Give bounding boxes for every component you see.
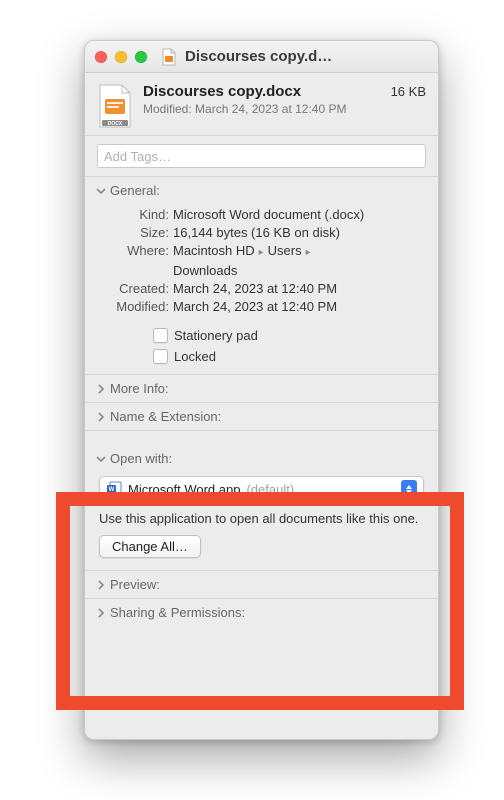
section-open-with: Open with: W Microsoft Word.app (default… <box>85 431 438 571</box>
modified-label: Modified: <box>97 298 173 316</box>
titlebar: Discourses copy.d… <box>85 41 438 73</box>
kind-value: Microsoft Word document (.docx) <box>173 206 426 224</box>
window-title: Discourses copy.d… <box>185 48 428 65</box>
chevron-down-icon <box>95 453 106 464</box>
minimize-window-button[interactable] <box>115 51 127 63</box>
chevron-right-icon <box>95 411 106 422</box>
modified-value: March 24, 2023 at 12:40 PM <box>173 298 426 316</box>
open-with-body: W Microsoft Word.app (default) Use this … <box>85 472 438 570</box>
section-general: General: Kind:Microsoft Word document (.… <box>85 177 438 375</box>
app-name: Microsoft Word.app <box>128 482 240 497</box>
checkbox-icon <box>153 349 168 364</box>
where-value: Macintosh HD▸Users▸Downloads <box>173 242 426 280</box>
section-sharing-header[interactable]: Sharing & Permissions: <box>85 599 438 626</box>
created-value: March 24, 2023 at 12:40 PM <box>173 280 426 298</box>
docx-file-icon <box>161 48 177 66</box>
file-modified: Modified: March 24, 2023 at 12:40 PM <box>143 102 426 116</box>
section-more-info: More Info: <box>85 375 438 403</box>
traffic-lights <box>95 51 147 63</box>
kind-label: Kind: <box>97 206 173 224</box>
stationery-pad-checkbox-row[interactable]: Stationery pad <box>153 328 426 343</box>
size-label: Size: <box>97 224 173 242</box>
section-label: General: <box>110 183 160 198</box>
chevron-right-icon <box>95 579 106 590</box>
size-value: 16,144 bytes (16 KB on disk) <box>173 224 426 242</box>
section-more-info-header[interactable]: More Info: <box>85 375 438 402</box>
svg-text:W: W <box>109 487 115 493</box>
general-body: Kind:Microsoft Word document (.docx) Siz… <box>85 204 438 374</box>
word-app-icon: W <box>106 481 122 497</box>
section-open-with-header[interactable]: Open with: <box>85 431 438 472</box>
section-preview-header[interactable]: Preview: <box>85 571 438 598</box>
created-label: Created: <box>97 280 173 298</box>
chevron-right-icon: ▸ <box>302 247 315 258</box>
section-preview: Preview: <box>85 571 438 599</box>
tags-input[interactable] <box>97 144 426 168</box>
app-default-suffix: (default) <box>246 482 294 497</box>
chevron-right-icon: ▸ <box>255 247 268 258</box>
section-name-extension-header[interactable]: Name & Extension: <box>85 403 438 430</box>
tags-section <box>85 136 438 177</box>
checkbox-icon <box>153 328 168 343</box>
section-general-header[interactable]: General: <box>85 177 438 204</box>
docx-file-icon: DOCX <box>97 83 133 129</box>
zoom-window-button[interactable] <box>135 51 147 63</box>
where-label: Where: <box>97 242 173 260</box>
svg-text:DOCX: DOCX <box>108 121 123 127</box>
file-size: 16 KB <box>391 84 426 99</box>
section-name-extension: Name & Extension: <box>85 403 438 431</box>
popup-stepper-icon <box>401 480 417 498</box>
open-with-app-select[interactable]: W Microsoft Word.app (default) <box>99 476 424 502</box>
file-name: Discourses copy.docx <box>143 83 379 100</box>
close-window-button[interactable] <box>95 51 107 63</box>
info-window: Discourses copy.d… DOCX Discourses copy.… <box>84 40 439 740</box>
locked-label: Locked <box>174 349 216 364</box>
stationery-label: Stationery pad <box>174 328 258 343</box>
section-label: Open with: <box>110 451 172 466</box>
section-label: Sharing & Permissions: <box>110 605 245 620</box>
change-all-button[interactable]: Change All… <box>99 535 201 558</box>
locked-checkbox-row[interactable]: Locked <box>153 349 426 364</box>
section-label: Name & Extension: <box>110 409 221 424</box>
file-summary: DOCX Discourses copy.docx 16 KB Modified… <box>85 73 438 136</box>
chevron-down-icon <box>95 185 106 196</box>
open-with-help-text: Use this application to open all documen… <box>99 510 424 527</box>
section-label: More Info: <box>110 381 169 396</box>
chevron-right-icon <box>95 607 106 618</box>
section-label: Preview: <box>110 577 160 592</box>
chevron-right-icon <box>95 383 106 394</box>
section-sharing: Sharing & Permissions: <box>85 599 438 626</box>
file-meta: Discourses copy.docx 16 KB Modified: Mar… <box>143 83 426 116</box>
